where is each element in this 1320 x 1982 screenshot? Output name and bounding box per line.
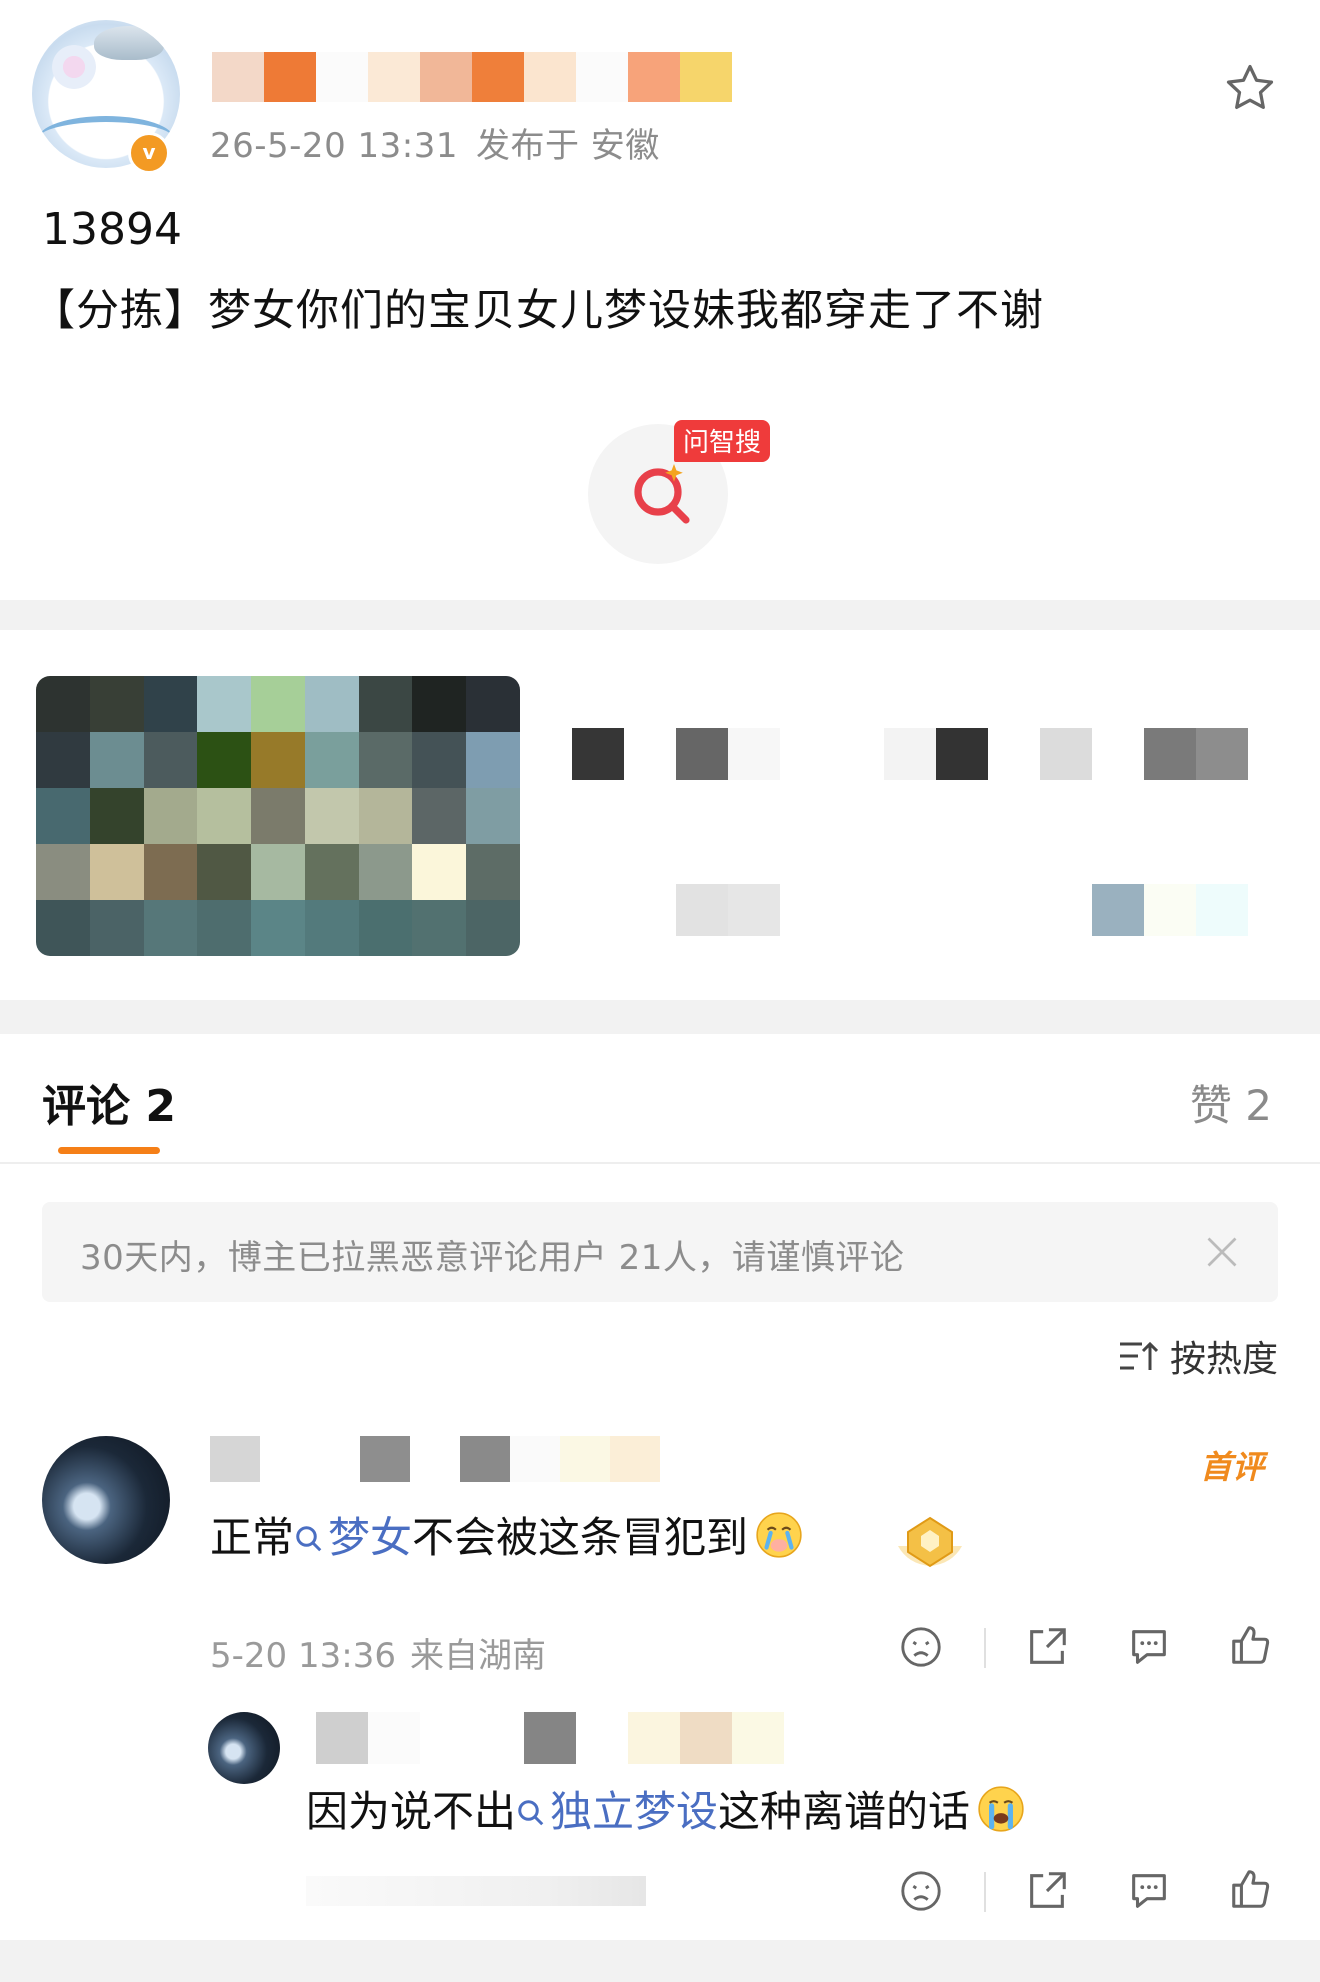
tab-comments[interactable]: 评论 2 — [42, 1070, 176, 1134]
share-icon[interactable] — [1024, 1624, 1070, 1670]
search-icon — [296, 1526, 322, 1552]
keyword-link[interactable]: 独立梦设 — [516, 1787, 718, 1836]
ai-search-icon — [634, 464, 690, 524]
comment-time: 5-20 13:36 — [210, 1636, 396, 1676]
tab-divider — [0, 1162, 1320, 1164]
block-notice-text: 30天内，博主已拉黑恶意评论用户 21人，请谨慎评论 — [80, 1238, 905, 1278]
first-comment-badge: 首评 — [1200, 1448, 1265, 1486]
dislike-face-icon[interactable] — [898, 1624, 944, 1670]
replier-name-redacted[interactable] — [316, 1712, 836, 1764]
action-separator — [984, 1872, 986, 1912]
author-name-redacted[interactable] — [212, 52, 732, 102]
commenter-avatar[interactable] — [42, 1436, 170, 1564]
ai-search-tag: 问智搜 — [674, 420, 771, 462]
tab-likes[interactable]: 赞 2 — [1190, 1072, 1272, 1133]
replier-avatar[interactable] — [208, 1712, 280, 1784]
attached-card-image[interactable] — [36, 676, 520, 956]
commenter-name-redacted[interactable] — [210, 1436, 660, 1482]
reply-text: 因为说不出 独立梦设这种离谱的话 — [306, 1778, 1026, 1839]
action-separator — [984, 1628, 986, 1668]
post-location: 发布于 安徽 — [476, 126, 660, 166]
post-number: 13894 — [42, 204, 182, 255]
reply-comment-icon[interactable] — [1126, 1624, 1172, 1670]
section-divider — [0, 1000, 1320, 1034]
sort-icon[interactable] — [1118, 1338, 1158, 1374]
attached-card-title-redacted — [572, 728, 1248, 780]
attached-card-subtitle-redacted — [676, 884, 1248, 936]
comment-text: 正常 梦女不会被这条冒犯到 — [210, 1504, 804, 1565]
like-thumb-icon[interactable] — [1228, 1866, 1274, 1912]
like-thumb-icon[interactable] — [1228, 1622, 1274, 1668]
share-icon[interactable] — [1024, 1868, 1070, 1914]
sobbing-face-icon — [978, 1786, 1024, 1832]
post-meta: 26-5-20 13:31 发布于 安徽 — [210, 118, 660, 167]
post-time: 26-5-20 13:31 — [210, 126, 458, 166]
post-text: 【分拣】梦女你们的宝贝女儿梦设妹我都穿走了不谢 — [32, 286, 1044, 336]
comment-meta: 5-20 13:36 来自湖南 — [210, 1628, 546, 1677]
section-divider — [0, 600, 1320, 630]
comment-location: 来自湖南 — [409, 1636, 546, 1676]
fan-badge-icon — [898, 1516, 962, 1568]
active-tab-indicator — [58, 1147, 160, 1154]
dislike-face-icon[interactable] — [898, 1868, 944, 1914]
keyword-link[interactable]: 梦女 — [294, 1513, 412, 1562]
favorite-star-icon[interactable] — [1222, 60, 1278, 116]
close-icon[interactable] — [1204, 1234, 1240, 1270]
sort-by-hot-button[interactable]: 按热度 — [1170, 1330, 1278, 1382]
verified-badge: v — [128, 132, 170, 174]
reply-comment-icon[interactable] — [1126, 1868, 1172, 1914]
reply-meta-redacted — [306, 1876, 646, 1906]
crying-face-icon — [756, 1512, 802, 1558]
bottom-divider — [0, 1940, 1320, 1982]
search-icon — [518, 1800, 544, 1826]
